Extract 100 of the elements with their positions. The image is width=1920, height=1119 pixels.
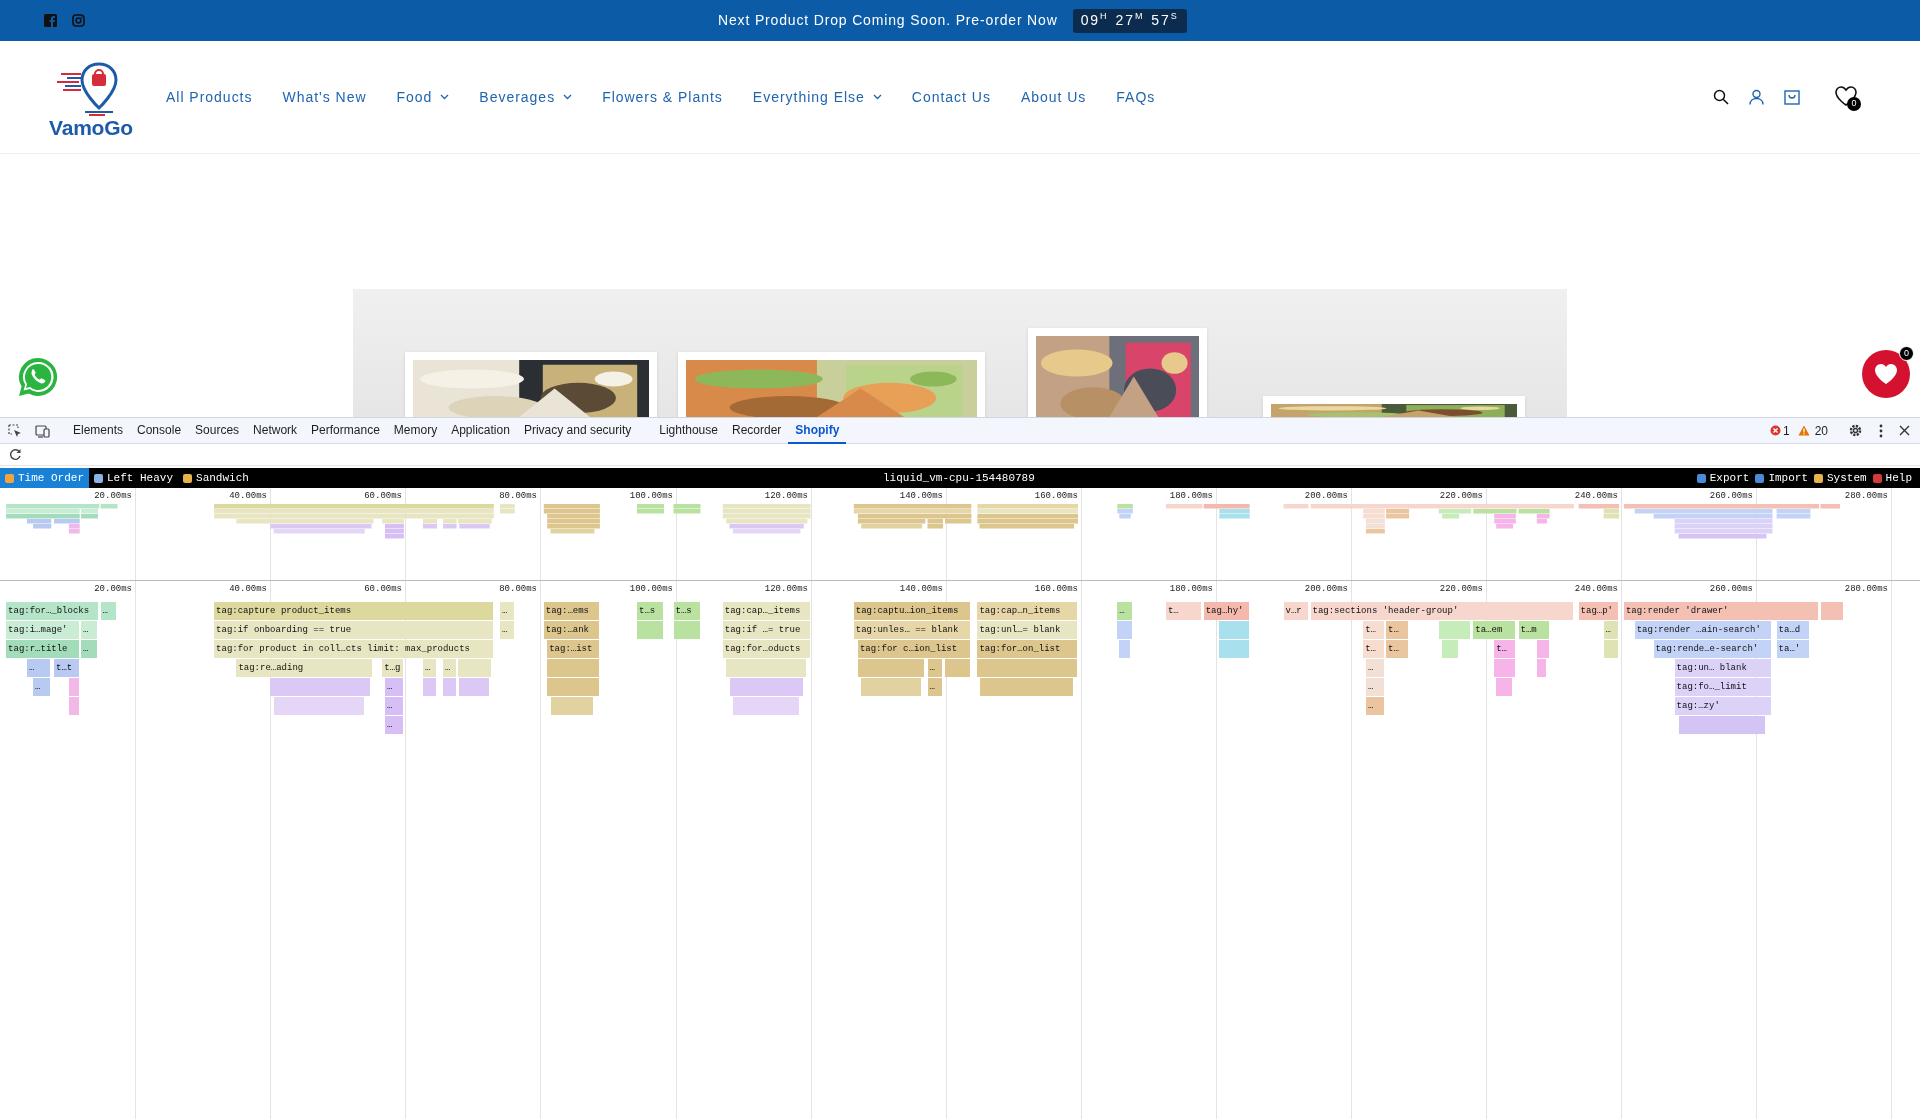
flame-frame[interactable]: [1678, 716, 1766, 734]
devtools-tab[interactable]: Privacy and security: [516, 417, 639, 444]
more-options-icon[interactable]: [1879, 423, 1883, 438]
flame-frame[interactable]: tag:if onboarding == true: [214, 621, 493, 639]
flame-frame[interactable]: …: [33, 678, 51, 696]
nav-link[interactable]: What's New: [282, 86, 367, 108]
close-icon[interactable]: [1899, 425, 1910, 436]
view-tab[interactable]: Sandwich: [178, 468, 254, 488]
flame-frame[interactable]: [729, 678, 803, 696]
flame-frame[interactable]: …: [1365, 659, 1384, 677]
flame-frame[interactable]: [945, 659, 971, 677]
wishlist-button[interactable]: 0: [1834, 85, 1858, 109]
flame-frame[interactable]: …: [1365, 678, 1384, 696]
flame-frame[interactable]: [547, 678, 599, 696]
flame-frame[interactable]: tag:rende…e-search': [1653, 640, 1772, 658]
flame-frame[interactable]: [732, 697, 800, 715]
flame-frame[interactable]: ta…d: [1776, 621, 1810, 639]
flame-frame[interactable]: t…: [1386, 621, 1409, 639]
flame-frame[interactable]: t…t: [54, 659, 79, 677]
flame-frame[interactable]: [550, 697, 594, 715]
flame-frame[interactable]: t…s: [673, 602, 700, 620]
flame-frame[interactable]: tag:captu…ion_items: [853, 602, 971, 620]
nav-link[interactable]: About Us: [1020, 86, 1087, 108]
settings-icon[interactable]: [1848, 423, 1863, 438]
flame-frame[interactable]: tag:…ank: [543, 621, 599, 639]
flame-frame[interactable]: [977, 659, 1077, 677]
flame-frame[interactable]: …: [499, 602, 514, 620]
flame-frame[interactable]: [273, 697, 364, 715]
nav-link[interactable]: Beverages: [479, 86, 573, 108]
nav-link[interactable]: All Products: [166, 86, 253, 108]
flame-frame[interactable]: t…: [1494, 640, 1515, 658]
flame-frame[interactable]: [422, 678, 437, 696]
flame-frame[interactable]: [459, 678, 489, 696]
devtools-tab[interactable]: Lighthouse: [652, 417, 725, 444]
flame-frame[interactable]: …: [927, 678, 942, 696]
flame-frame[interactable]: tag:cap…_items: [722, 602, 810, 620]
flame-frame[interactable]: tag:i…mage': [6, 621, 79, 639]
flame-frame[interactable]: …: [1365, 697, 1384, 715]
devtools-tab[interactable]: Elements: [66, 417, 131, 444]
flame-frame[interactable]: tag:render …ain-search': [1634, 621, 1772, 639]
devtools-tab[interactable]: Application: [444, 417, 517, 444]
flame-frame[interactable]: tag:sections 'header-group': [1310, 602, 1573, 620]
nav-link[interactable]: Flowers & Plants: [602, 86, 723, 108]
flame-frame[interactable]: [1536, 659, 1546, 677]
flame-frame[interactable]: t…: [1363, 621, 1384, 639]
flame-frame[interactable]: t…g: [382, 659, 403, 677]
flame-frame[interactable]: tag…p': [1578, 602, 1619, 620]
toolbar-button[interactable]: Import: [1755, 469, 1808, 487]
flame-frame[interactable]: tag:fo…_limit: [1674, 678, 1772, 696]
flame-frame[interactable]: [1494, 659, 1515, 677]
inspect-element-icon[interactable]: [8, 423, 22, 438]
flame-frame[interactable]: tag:re…ading: [236, 659, 373, 677]
reload-icon[interactable]: [9, 448, 22, 461]
flame-frame[interactable]: …: [81, 640, 97, 658]
nav-link[interactable]: Food: [396, 86, 450, 108]
flame-frame[interactable]: [1219, 640, 1249, 658]
flame-frame[interactable]: tag:unl…= blank: [977, 621, 1077, 639]
devtools-tab[interactable]: Sources: [188, 417, 247, 444]
shopping-bag-icon[interactable]: [1784, 89, 1800, 105]
flame-frame[interactable]: tag:for c…ion_list: [857, 640, 971, 658]
flame-frame[interactable]: tag:for…on_list: [977, 640, 1077, 658]
flame-frame[interactable]: ta…': [1776, 640, 1810, 658]
user-icon[interactable]: [1749, 89, 1764, 105]
flame-frame[interactable]: [726, 659, 807, 677]
flame-frame[interactable]: tag:capture product_items: [214, 602, 493, 620]
flame-frame[interactable]: …: [81, 621, 97, 639]
flame-frame[interactable]: tag:…ist: [547, 640, 599, 658]
flame-frame[interactable]: [979, 678, 1074, 696]
view-tab[interactable]: Left Heavy: [89, 468, 179, 488]
flame-frame[interactable]: ta…em: [1473, 621, 1516, 639]
devtools-tab[interactable]: Recorder: [724, 417, 789, 444]
flame-frame[interactable]: [1438, 621, 1471, 639]
flame-frame[interactable]: …: [385, 697, 403, 715]
flame-frame[interactable]: tag…hy': [1203, 602, 1249, 620]
flame-frame[interactable]: tag:un… blank: [1674, 659, 1772, 677]
flame-frame[interactable]: [637, 621, 663, 639]
flame-frame[interactable]: t…: [1165, 602, 1202, 620]
devtools-tab[interactable]: Network: [246, 417, 305, 444]
flame-frame[interactable]: tag:unles… == blank: [853, 621, 971, 639]
flame-frame[interactable]: …: [422, 659, 437, 677]
flame-frame[interactable]: [1119, 640, 1130, 658]
flame-frame[interactable]: [458, 659, 491, 677]
nav-link[interactable]: Everything Else: [752, 86, 882, 108]
flame-frame[interactable]: …: [1117, 602, 1132, 620]
flame-frame[interactable]: …: [499, 621, 514, 639]
flame-frame[interactable]: …: [927, 659, 942, 677]
flame-frame[interactable]: [1603, 640, 1619, 658]
nav-link[interactable]: Contact Us: [911, 86, 991, 108]
flame-frame[interactable]: …: [385, 678, 403, 696]
flame-frame[interactable]: …: [100, 602, 117, 620]
flame-frame[interactable]: t…m: [1518, 621, 1549, 639]
toolbar-button[interactable]: Export: [1696, 469, 1750, 487]
flame-frame[interactable]: tag:…ems: [543, 602, 599, 620]
flame-frame[interactable]: tag:for product in coll…cts limit: max_products: [214, 640, 493, 658]
flame-frame[interactable]: …: [443, 659, 456, 677]
facebook-icon[interactable]: [44, 14, 57, 27]
toolbar-button[interactable]: System: [1814, 469, 1867, 487]
flame-frame[interactable]: [1496, 678, 1513, 696]
devtools-tab[interactable]: Memory: [386, 417, 445, 444]
view-tab[interactable]: Time Order: [0, 468, 89, 488]
